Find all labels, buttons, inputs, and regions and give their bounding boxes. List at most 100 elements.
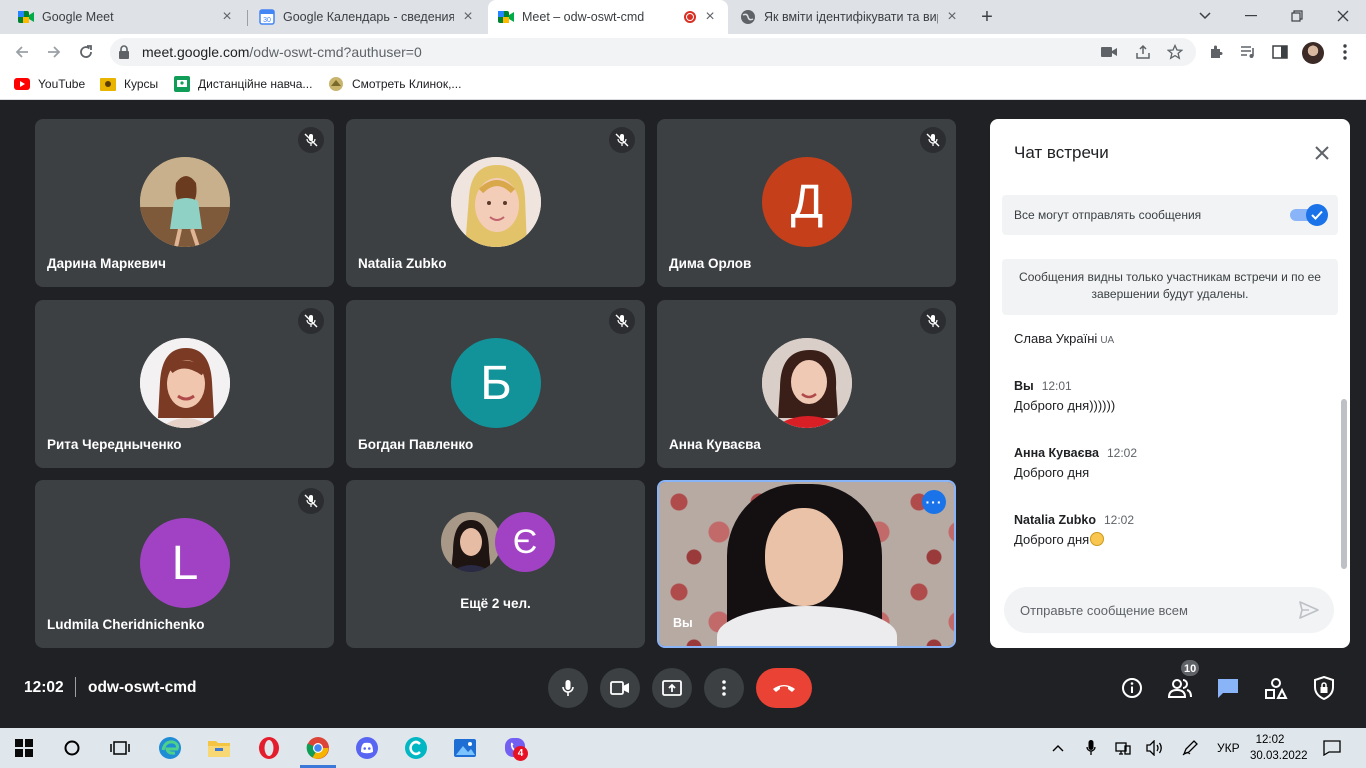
leave-call-button[interactable]	[756, 668, 812, 708]
mic-off-icon	[609, 127, 635, 153]
participant-tile[interactable]: Анна Куваєва	[657, 300, 956, 468]
more-options-button[interactable]	[704, 668, 744, 708]
photos-icon[interactable]	[451, 734, 479, 762]
bookmark-youtube[interactable]: YouTube	[14, 76, 85, 92]
microphone-in-use-icon[interactable]	[1081, 738, 1101, 758]
participant-tile[interactable]: Рита Чередныченко	[35, 300, 334, 468]
tab-article[interactable]: Як вміти ідентифікувати та вирі ×	[730, 0, 970, 34]
file-explorer-icon[interactable]	[205, 734, 233, 762]
tab-meet-active[interactable]: Meet – odw-oswt-cmd ×	[488, 0, 728, 34]
system-time: 12:02	[1255, 734, 1285, 746]
host-controls-button[interactable]	[1311, 675, 1337, 701]
minimize-button[interactable]	[1236, 4, 1266, 28]
bottom-divider	[75, 677, 76, 697]
side-panel-icon[interactable]	[1271, 43, 1289, 61]
svg-text:30: 30	[263, 17, 271, 24]
notifications-icon[interactable]	[1322, 738, 1342, 758]
more-options-icon[interactable]: ···	[922, 490, 946, 514]
message-text: Доброго дня))))))	[1014, 398, 1116, 413]
folder-icon	[100, 76, 116, 92]
edge-browser-icon[interactable]	[156, 734, 184, 762]
chat-message-input[interactable]	[1020, 599, 1290, 621]
volume-icon[interactable]	[1145, 738, 1165, 758]
bookmark-kursy[interactable]: Курсы	[100, 76, 158, 92]
new-tab-button[interactable]: +	[976, 6, 998, 28]
participant-name: Ludmila Cheridnichenko	[47, 617, 205, 632]
participant-initial-avatar: L	[140, 518, 230, 608]
reload-button[interactable]	[74, 40, 98, 64]
chat-icon	[1218, 679, 1238, 698]
back-button[interactable]	[10, 40, 34, 64]
camera-button[interactable]	[600, 668, 640, 708]
participant-count-badge: 10	[1180, 659, 1201, 677]
meeting-details-button[interactable]	[1119, 675, 1145, 701]
close-icon[interactable]: ×	[944, 9, 960, 25]
chat-button[interactable]	[1215, 675, 1241, 701]
task-view-icon[interactable]	[106, 734, 134, 762]
bookmark-star-icon[interactable]	[1166, 43, 1184, 61]
address-bar[interactable]: meet.google.com/odw-oswt-cmd?authuser=0	[110, 38, 1196, 66]
meeting-clock: 12:02	[24, 679, 64, 696]
participant-photo-avatar	[441, 512, 501, 572]
opera-icon[interactable]	[255, 734, 283, 762]
permission-toggle[interactable]	[1306, 204, 1328, 226]
forward-button[interactable]	[42, 40, 66, 64]
extensions-icon[interactable]	[1207, 43, 1225, 61]
chrome-icon[interactable]	[304, 734, 332, 762]
mic-off-icon	[609, 308, 635, 334]
participant-name: Дима Орлов	[669, 256, 752, 271]
restore-button[interactable]	[1282, 4, 1312, 28]
windows-start-icon[interactable]	[10, 734, 38, 762]
mic-off-icon	[920, 308, 946, 334]
share-icon[interactable]	[1134, 43, 1152, 61]
tab-google-meet[interactable]: Google Meet ×	[8, 0, 245, 34]
app-c-icon[interactable]	[402, 734, 430, 762]
participant-tile[interactable]: Дарина Маркевич	[35, 119, 334, 287]
participant-tile[interactable]: Д Дима Орлов	[657, 119, 956, 287]
profile-avatar[interactable]	[1302, 42, 1324, 64]
bookmark-classroom[interactable]: Дистанційне навча...	[174, 76, 312, 92]
self-video-tile[interactable]: ··· Вы	[657, 480, 956, 648]
network-icon[interactable]	[1113, 738, 1133, 758]
camera-in-use-icon[interactable]	[1100, 43, 1118, 61]
microphone-button[interactable]	[548, 668, 588, 708]
lock-icon[interactable]	[118, 45, 130, 64]
url-text: meet.google.com/odw-oswt-cmd?authuser=0	[142, 44, 422, 60]
mic-off-icon	[298, 127, 324, 153]
participant-tile[interactable]: Б Богдан Павленко	[346, 300, 645, 468]
chat-permission-row: Все могут отправлять сообщения	[1002, 195, 1338, 235]
participant-initial-avatar: Є	[495, 512, 555, 572]
participant-tile[interactable]: L Ludmila Cheridnichenko	[35, 480, 334, 648]
send-icon[interactable]	[1298, 600, 1320, 620]
tab-google-calendar[interactable]: 30 Google Календарь - сведения о ×	[249, 0, 486, 34]
chat-message: Слава Україні UA	[1014, 331, 1114, 346]
people-button[interactable]	[1167, 675, 1193, 701]
input-language[interactable]: УКР	[1217, 741, 1240, 755]
browser-menu-icon[interactable]	[1336, 43, 1354, 61]
participant-initial-avatar: Б	[451, 338, 541, 428]
bookmark-site[interactable]: Смотреть Клинок,...	[328, 76, 461, 92]
recording-icon	[684, 11, 696, 23]
chat-notice: Сообщения видны только участникам встреч…	[1002, 259, 1338, 315]
close-icon[interactable]: ×	[219, 9, 235, 25]
close-chat-button[interactable]	[1310, 141, 1334, 165]
discord-icon[interactable]	[353, 734, 381, 762]
system-clock[interactable]: 12:02 30.03.2022	[1250, 732, 1308, 764]
search-icon[interactable]	[58, 734, 86, 762]
present-screen-button[interactable]	[652, 668, 692, 708]
activities-button[interactable]	[1263, 675, 1289, 701]
bookmark-label: YouTube	[38, 77, 86, 91]
more-participants-tile[interactable]: Є Ещё 2 чел.	[346, 480, 645, 648]
tab-search-icon[interactable]	[1190, 4, 1220, 28]
message-text: Доброго дня	[1014, 465, 1090, 480]
participant-tile[interactable]: Natalia Zubko	[346, 119, 645, 287]
chevron-up-icon[interactable]	[1048, 738, 1068, 758]
bookmark-label: Смотреть Клинок,...	[352, 77, 462, 91]
close-window-button[interactable]	[1328, 4, 1358, 28]
classroom-icon	[174, 76, 190, 92]
pen-icon[interactable]	[1180, 738, 1200, 758]
close-icon[interactable]: ×	[460, 9, 476, 25]
media-control-icon[interactable]	[1239, 43, 1257, 61]
chat-scrollbar[interactable]	[1341, 399, 1347, 569]
close-icon[interactable]: ×	[702, 9, 718, 25]
